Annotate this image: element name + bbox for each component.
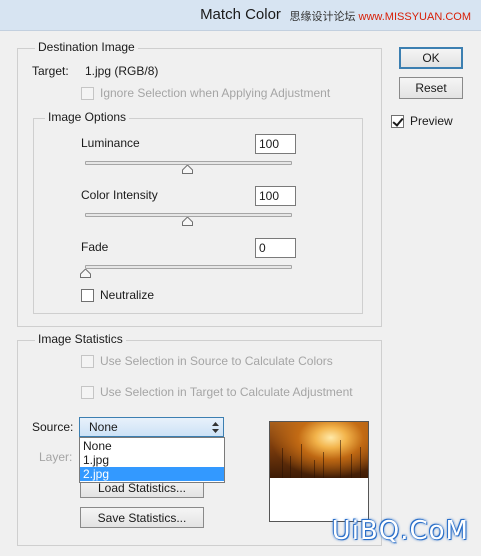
checkmark-icon (392, 115, 404, 127)
ignore-selection-label: Ignore Selection when Applying Adjustmen… (100, 86, 331, 100)
fade-slider-thumb[interactable] (80, 269, 91, 278)
source-preview-thumbnail (269, 421, 369, 522)
use-selection-target-checkbox[interactable] (81, 386, 94, 399)
fade-input[interactable]: 0 (255, 238, 296, 258)
target-value: 1.jpg (RGB/8) (85, 64, 159, 78)
fade-label: Fade (81, 240, 109, 254)
match-color-dialog: Match Color 思缘设计论坛 www.MISSYUAN.COM OK R… (0, 0, 481, 556)
preview-checkbox[interactable] (391, 115, 404, 128)
save-statistics-button[interactable]: Save Statistics... (80, 507, 204, 528)
neutralize-checkbox[interactable] (81, 289, 94, 302)
image-statistics-legend: Image Statistics (35, 332, 126, 346)
ok-button[interactable]: OK (399, 47, 463, 69)
ignore-selection-checkbox[interactable] (81, 87, 94, 100)
image-options-legend: Image Options (45, 110, 130, 124)
source-option-2jpg[interactable]: 2.jpg (80, 467, 224, 481)
luminance-label: Luminance (81, 136, 140, 150)
watermark-url: www.MISSYUAN.COM (358, 11, 471, 23)
neutralize-label: Neutralize (100, 288, 155, 302)
source-option-1jpg[interactable]: 1.jpg (80, 453, 224, 467)
use-selection-source-label: Use Selection in Source to Calculate Col… (100, 354, 333, 368)
source-select[interactable]: None (79, 417, 224, 437)
source-option-none[interactable]: None (80, 439, 224, 453)
luminance-slider-thumb[interactable] (182, 165, 193, 174)
luminance-input[interactable]: 100 (255, 134, 296, 154)
color-intensity-label: Color Intensity (81, 188, 158, 202)
watermark-top: 思缘设计论坛 www.MISSYUAN.COM (289, 8, 471, 24)
use-selection-target-label: Use Selection in Target to Calculate Adj… (100, 385, 353, 399)
preview-photo (270, 422, 368, 478)
destination-image-legend: Destination Image (35, 40, 138, 54)
footer-watermark: UiBQ.CoM (331, 516, 469, 546)
fade-slider-track[interactable] (85, 265, 292, 269)
target-label: Target: (32, 64, 69, 78)
color-intensity-slider-thumb[interactable] (182, 217, 193, 226)
preview-label: Preview (410, 114, 453, 128)
use-selection-source-checkbox[interactable] (81, 355, 94, 368)
updown-arrows-icon (212, 422, 219, 433)
source-select-value: None (89, 420, 118, 434)
watermark-site: 思缘设计论坛 (289, 11, 356, 23)
source-label: Source: (32, 420, 74, 434)
source-dropdown-list: None 1.jpg 2.jpg (79, 437, 225, 483)
layer-label: Layer: (39, 450, 73, 464)
title-bar: Match Color 思缘设计论坛 www.MISSYUAN.COM (0, 0, 481, 31)
color-intensity-input[interactable]: 100 (255, 186, 296, 206)
reset-button[interactable]: Reset (399, 77, 463, 99)
